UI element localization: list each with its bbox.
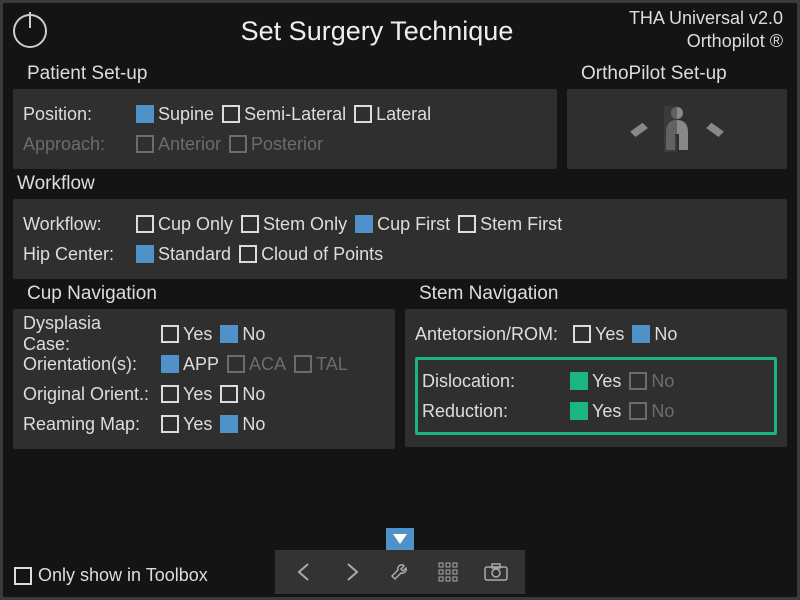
- workflow-cup-first-label: Cup First: [377, 214, 450, 235]
- dislocation-yes-label: Yes: [592, 371, 621, 392]
- version-line2: Orthopilot ®: [629, 30, 783, 53]
- position-label: Position:: [23, 104, 128, 125]
- dysplasia-label: Dysplasia Case:: [23, 313, 153, 355]
- chevron-right-icon: [341, 561, 363, 583]
- workflow-stem-only-label: Stem Only: [263, 214, 347, 235]
- dislocation-no-label: No: [651, 371, 674, 392]
- camera-button[interactable]: [475, 554, 517, 590]
- orientations-label: Orientation(s):: [23, 354, 153, 375]
- person-icon: [664, 106, 690, 152]
- reduction-yes-label: Yes: [592, 401, 621, 422]
- hip-center-standard-label: Standard: [158, 244, 231, 265]
- workflow-cup-only-label: Cup Only: [158, 214, 233, 235]
- workflow-stem-first[interactable]: Stem First: [458, 214, 562, 235]
- workflow-cup-only[interactable]: Cup Only: [136, 214, 233, 235]
- position-lateral[interactable]: Lateral: [354, 104, 431, 125]
- dysplasia-no[interactable]: No: [220, 324, 265, 345]
- orient-app-label: APP: [183, 354, 219, 375]
- reaming-yes[interactable]: Yes: [161, 414, 212, 435]
- orig-orient-no-label: No: [242, 384, 265, 405]
- expand-up-button[interactable]: [386, 528, 414, 550]
- orig-orient-yes-label: Yes: [183, 384, 212, 405]
- patient-setup-panel: Position: Supine Semi-Lateral Lateral Ap…: [13, 89, 557, 169]
- version-block: THA Universal v2.0 Orthopilot ®: [629, 7, 783, 52]
- orig-orient-label: Original Orient.:: [23, 384, 153, 405]
- hip-center-cloud[interactable]: Cloud of Points: [239, 244, 383, 265]
- workflow-stem-only[interactable]: Stem Only: [241, 214, 347, 235]
- antetorsion-no[interactable]: No: [632, 324, 677, 345]
- hip-center-label: Hip Center:: [23, 244, 128, 265]
- workflow-cup-first[interactable]: Cup First: [355, 214, 450, 235]
- reduction-no-label: No: [651, 401, 674, 422]
- orient-aca-label: ACA: [249, 354, 286, 375]
- settings-button[interactable]: [379, 554, 421, 590]
- reduction-no: No: [629, 401, 674, 422]
- reaming-yes-label: Yes: [183, 414, 212, 435]
- workflow-panel: Workflow: Cup Only Stem Only Cup First S…: [13, 199, 787, 279]
- version-line1: THA Universal v2.0: [629, 7, 783, 30]
- only-show-label: Only show in Toolbox: [38, 565, 208, 586]
- workflow-section-label: Workflow: [3, 169, 797, 199]
- antetorsion-no-label: No: [654, 324, 677, 345]
- chevron-left-icon: [293, 561, 315, 583]
- stem-nav-panel: Antetorsion/ROM: Yes No Dislocation: Yes…: [405, 309, 787, 447]
- position-supine[interactable]: Supine: [136, 104, 214, 125]
- hip-center-cloud-label: Cloud of Points: [261, 244, 383, 265]
- antetorsion-yes-label: Yes: [595, 324, 624, 345]
- orient-app[interactable]: APP: [161, 354, 219, 375]
- camera-icon: [484, 563, 508, 581]
- orthopilot-setup-label: OrthoPilot Set-up: [567, 59, 787, 89]
- position-semi-label: Semi-Lateral: [244, 104, 346, 125]
- workflow-stem-first-label: Stem First: [480, 214, 562, 235]
- reduction-yes[interactable]: Yes: [570, 401, 621, 422]
- tracker-right-icon: [704, 121, 726, 137]
- grid-button[interactable]: [427, 554, 469, 590]
- approach-anterior: Anterior: [136, 134, 221, 155]
- reaming-no-label: No: [242, 414, 265, 435]
- dysplasia-yes-label: Yes: [183, 324, 212, 345]
- workflow-label: Workflow:: [23, 214, 128, 235]
- only-show-toolbox[interactable]: Only show in Toolbox: [14, 565, 208, 586]
- dislocation-no: No: [629, 371, 674, 392]
- orient-tal-label: TAL: [316, 354, 348, 375]
- highlight-box: Dislocation: Yes No Reduction: Yes No: [415, 357, 777, 435]
- orig-orient-yes[interactable]: Yes: [161, 384, 212, 405]
- antetorsion-yes[interactable]: Yes: [573, 324, 624, 345]
- orig-orient-no[interactable]: No: [220, 384, 265, 405]
- position-supine-label: Supine: [158, 104, 214, 125]
- approach-posterior: Posterior: [229, 134, 323, 155]
- dislocation-label: Dislocation:: [422, 371, 562, 392]
- tracker-left-icon: [628, 121, 650, 137]
- orthopilot-setup-panel[interactable]: [567, 89, 787, 169]
- position-semi[interactable]: Semi-Lateral: [222, 104, 346, 125]
- orient-aca: ACA: [227, 354, 286, 375]
- orient-tal: TAL: [294, 354, 348, 375]
- bottom-toolbar: [275, 550, 525, 594]
- dislocation-yes[interactable]: Yes: [570, 371, 621, 392]
- approach-posterior-label: Posterior: [251, 134, 323, 155]
- position-lateral-label: Lateral: [376, 104, 431, 125]
- dysplasia-no-label: No: [242, 324, 265, 345]
- cup-nav-label: Cup Navigation: [13, 279, 395, 309]
- antetorsion-label: Antetorsion/ROM:: [415, 324, 565, 345]
- reaming-label: Reaming Map:: [23, 414, 153, 435]
- next-button[interactable]: [331, 554, 373, 590]
- reduction-label: Reduction:: [422, 401, 562, 422]
- chevron-down-icon: [393, 534, 407, 544]
- wrench-icon: [389, 561, 411, 583]
- prev-button[interactable]: [283, 554, 325, 590]
- patient-setup-label: Patient Set-up: [13, 59, 557, 89]
- approach-anterior-label: Anterior: [158, 134, 221, 155]
- hip-center-standard[interactable]: Standard: [136, 244, 231, 265]
- power-button[interactable]: [13, 14, 47, 48]
- approach-label: Approach:: [23, 134, 128, 155]
- dysplasia-yes[interactable]: Yes: [161, 324, 212, 345]
- cup-nav-panel: Dysplasia Case: Yes No Orientation(s): A…: [13, 309, 395, 449]
- stem-nav-label: Stem Navigation: [405, 279, 787, 309]
- reaming-no[interactable]: No: [220, 414, 265, 435]
- grid-icon: [438, 562, 458, 582]
